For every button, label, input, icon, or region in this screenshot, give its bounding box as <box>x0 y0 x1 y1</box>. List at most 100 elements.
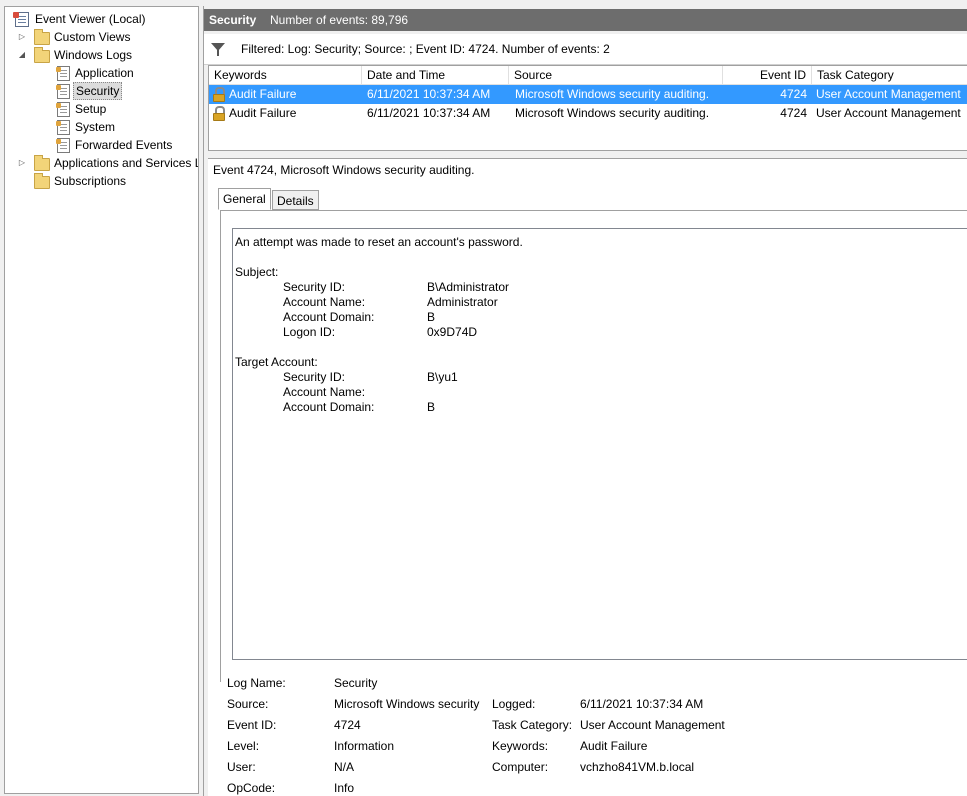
prop-label-level: Level: <box>227 739 260 753</box>
tree-item-setup[interactable]: Setup <box>11 100 196 118</box>
log-icon <box>56 66 70 81</box>
prop-value-source: Microsoft Windows security <box>334 697 480 711</box>
log-icon <box>56 138 70 153</box>
tree-item-label: Application <box>75 66 134 80</box>
collapse-arrow-icon[interactable]: ◢ <box>17 46 27 64</box>
description-value: Administrator <box>427 295 498 309</box>
cell-keywords: Audit Failure <box>229 106 297 120</box>
tree-item-forwarded-events[interactable]: Forwarded Events <box>11 136 196 154</box>
tree-item-security[interactable]: Security <box>11 82 196 100</box>
prop-value-user: N/A <box>334 760 355 774</box>
cell-event-id: 4724 <box>780 106 807 120</box>
subject-label: Subject: <box>235 265 279 279</box>
prop-value-opcode: Info <box>334 781 355 795</box>
prop-value-keywords: Audit Failure <box>580 739 648 753</box>
cell-keywords: Audit Failure <box>229 87 297 101</box>
folder-icon <box>34 47 50 63</box>
tree-item-label: Applications and Services L <box>54 156 198 170</box>
log-title-bar: Security Number of events: 89,796 <box>204 9 967 31</box>
tree-item-windows-logs[interactable]: ◢ Windows Logs <box>11 46 196 64</box>
filter-text: Filtered: Log: Security; Source: ; Event… <box>241 42 610 56</box>
tab-general[interactable]: General <box>218 188 271 210</box>
description-key: Security ID: <box>283 280 346 294</box>
tree-item-label: Setup <box>75 102 107 116</box>
tree-item-label: Security <box>73 82 123 100</box>
expand-arrow-icon[interactable]: ▷ <box>17 154 27 172</box>
column-header-event-id[interactable]: Event ID <box>723 66 812 85</box>
log-icon <box>56 102 70 117</box>
description-key: Account Name: <box>283 295 366 309</box>
prop-value-log-name: Security <box>334 676 378 690</box>
description-value: B <box>427 400 436 414</box>
cell-source: Microsoft Windows security auditing. <box>515 87 710 101</box>
tree-item-label: Forwarded Events <box>75 138 173 152</box>
prop-label-log-name: Log Name: <box>227 676 286 690</box>
prop-label-opcode: OpCode: <box>227 781 276 795</box>
description-value: 0x9D74D <box>427 325 478 339</box>
tree-item-custom-views[interactable]: ▷ Custom Views <box>11 28 196 46</box>
prop-value-event-id: 4724 <box>334 718 361 732</box>
prop-value-task-category: User Account Management <box>580 718 725 732</box>
column-header-source[interactable]: Source <box>509 66 723 85</box>
description-value: B\Administrator <box>427 280 510 294</box>
prop-label-source: Source: <box>227 697 269 711</box>
navigation-tree: Event Viewer (Local) ▷ Custom Views ◢ Wi… <box>4 6 199 794</box>
filter-bar: Filtered: Log: Security; Source: ; Event… <box>204 34 967 65</box>
main-pane: Security Number of events: 89,796 Filter… <box>203 6 967 796</box>
column-header-task-category[interactable]: Task Category <box>812 66 967 85</box>
prop-label-event-id: Event ID: <box>227 718 277 732</box>
tree-item-label: System <box>75 120 116 134</box>
target-account-label: Target Account: <box>235 355 318 369</box>
cell-source: Microsoft Windows security auditing. <box>515 106 710 120</box>
cell-task: User Account Management <box>816 87 961 101</box>
lock-icon <box>213 87 225 102</box>
description-key: Logon ID: <box>283 325 336 339</box>
event-viewer-icon <box>13 12 29 27</box>
description-value: B\yu1 <box>427 370 458 384</box>
tree-item-label: Event Viewer (Local) <box>35 12 146 26</box>
table-row[interactable]: Audit Failure 6/11/2021 10:37:34 AM Micr… <box>209 85 967 104</box>
tree-item-label: Custom Views <box>54 30 131 44</box>
tree-item-label: Windows Logs <box>54 48 133 62</box>
tree-item-subscriptions[interactable]: Subscriptions <box>11 172 196 190</box>
tree-item-event-viewer[interactable]: Event Viewer (Local) <box>11 10 196 28</box>
tree-item-application[interactable]: Application <box>11 64 196 82</box>
description-key: Security ID: <box>283 370 346 384</box>
description-value: B <box>427 310 436 324</box>
cell-event-id: 4724 <box>780 87 807 101</box>
prop-label-keywords: Keywords: <box>492 739 549 753</box>
column-header-date-time[interactable]: Date and Time <box>362 66 509 85</box>
description-key: Account Name: <box>283 385 366 399</box>
cell-task: User Account Management <box>816 106 961 120</box>
table-row[interactable]: Audit Failure 6/11/2021 10:37:34 AM Micr… <box>209 104 967 123</box>
events-table: Keywords Date and Time Source Event ID T… <box>208 65 967 151</box>
column-header-keywords[interactable]: Keywords <box>209 66 362 85</box>
event-detail-header: Event 4724, Microsoft Windows security a… <box>208 158 967 180</box>
prop-label-task-category: Task Category: <box>492 718 573 732</box>
expand-arrow-icon[interactable]: ▷ <box>17 28 27 46</box>
event-detail-pane: General Details An attempt was made to r… <box>208 180 967 796</box>
tree-item-applications-services[interactable]: ▷ Applications and Services L <box>11 154 198 172</box>
folder-icon <box>34 155 50 171</box>
prop-label-computer: Computer: <box>492 760 549 774</box>
description-key: Account Domain: <box>283 310 375 324</box>
tree-item-system[interactable]: System <box>11 118 196 136</box>
prop-label-user: User: <box>227 760 256 774</box>
cell-date: 6/11/2021 10:37:34 AM <box>367 87 491 101</box>
log-icon <box>56 84 70 99</box>
tree-item-label: Subscriptions <box>54 174 127 188</box>
tab-details[interactable]: Details <box>272 190 319 210</box>
subscriptions-icon <box>34 173 50 189</box>
folder-icon <box>34 29 50 45</box>
event-description[interactable]: An attempt was made to reset an account'… <box>232 228 967 660</box>
prop-label-logged: Logged: <box>492 697 536 711</box>
cell-date: 6/11/2021 10:37:34 AM <box>367 106 491 120</box>
event-count: Number of events: 89,796 <box>270 13 409 27</box>
description-intro: An attempt was made to reset an account'… <box>235 235 523 249</box>
description-key: Account Domain: <box>283 400 375 414</box>
log-title: Security <box>209 13 257 27</box>
prop-value-computer: vchzho841VM.b.local <box>580 760 695 774</box>
prop-value-level: Information <box>334 739 395 753</box>
prop-value-logged: 6/11/2021 10:37:34 AM <box>580 697 704 711</box>
log-icon <box>56 120 70 135</box>
